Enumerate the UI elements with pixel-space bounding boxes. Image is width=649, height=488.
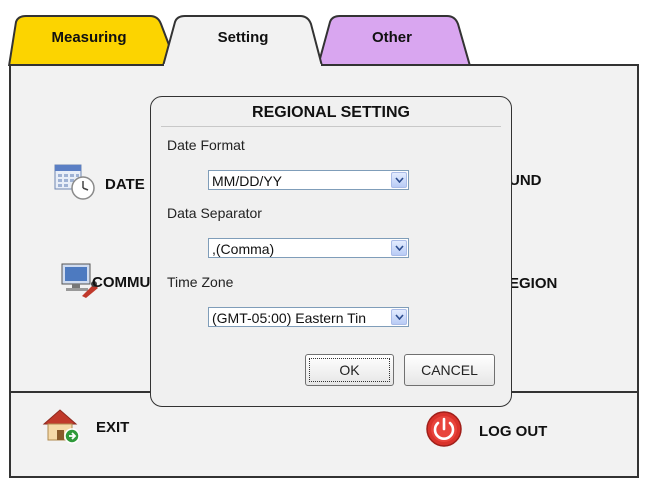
region-menu-label: EGION [509,275,558,292]
sound-menu-item[interactable]: UND [509,172,542,189]
home-exit-icon [40,406,82,448]
calendar-clock-icon [53,162,97,206]
tab-setting[interactable]: Setting [176,29,310,46]
logout-button[interactable]: LOG OUT [425,410,547,452]
logout-label: LOG OUT [479,422,548,440]
time-zone-label: Time Zone [167,274,234,290]
date-format-value: MM/DD/YY [212,173,282,189]
data-separator-label: Data Separator [167,205,262,221]
dialog-title: REGIONAL SETTING [252,104,410,121]
chevron-down-icon[interactable] [391,172,407,188]
active-tab-gap [164,64,321,67]
time-zone-select[interactable]: (GMT-05:00) Eastern Tin [208,307,409,327]
date-format-select[interactable]: MM/DD/YY [208,170,409,190]
date-menu-item[interactable]: DATE [53,162,145,206]
focus-ring [309,358,390,382]
region-menu-item[interactable]: EGION [509,275,557,292]
sound-menu-label: UND [509,172,542,189]
data-separator-value: ,(Comma) [212,241,275,257]
exit-label: EXIT [96,418,130,436]
tab-other[interactable]: Other [330,29,454,46]
power-icon [425,410,463,452]
date-format-label: Date Format [167,137,245,153]
communication-menu-item[interactable]: COMMU [60,262,150,302]
ok-button[interactable]: OK [305,354,394,386]
cancel-label: CANCEL [421,362,478,378]
tab-measuring[interactable]: Measuring [20,29,158,46]
chevron-down-icon[interactable] [391,309,407,325]
exit-button[interactable]: EXIT [40,406,129,448]
time-zone-value: (GMT-05:00) Eastern Tin [212,310,367,326]
regional-setting-dialog: REGIONAL SETTING Date Format MM/DD/YY Da… [150,96,512,407]
chevron-down-icon[interactable] [391,240,407,256]
date-menu-label: DATE [105,175,145,193]
title-divider [161,126,501,127]
communication-menu-label: COMMU [92,273,151,291]
cancel-button[interactable]: CANCEL [404,354,495,386]
data-separator-select[interactable]: ,(Comma) [208,238,409,258]
tab-bar: Measuring Setting Other [0,0,649,66]
